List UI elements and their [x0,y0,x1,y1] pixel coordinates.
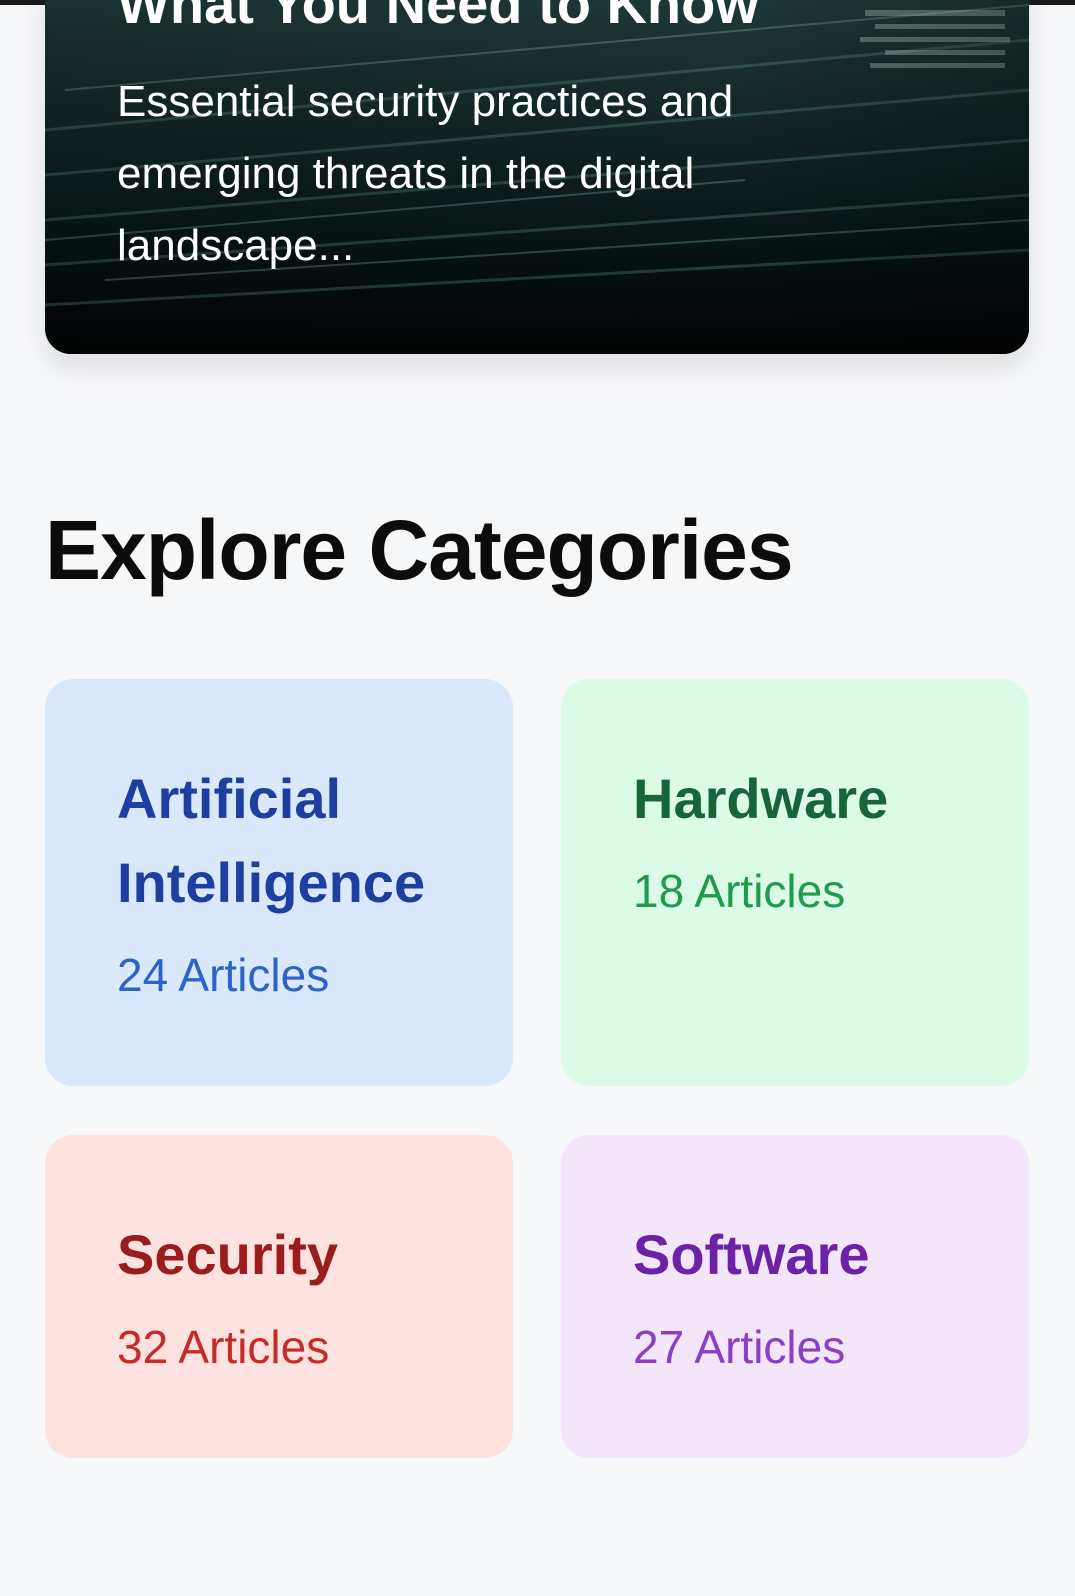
category-name: Hardware [633,767,889,830]
category-card-security[interactable]: Security 32 Articles [45,1135,513,1458]
category-name: Artificial Intelligence [117,767,426,914]
category-article-count: 18 Articles [633,865,846,917]
featured-article-excerpt: Essential security practices and emergin… [117,77,734,270]
featured-article-title[interactable]: What You Need to Know [117,0,759,34]
featured-article-card[interactable]: What You Need to Know Essential security… [45,0,1029,354]
category-article-count: 27 Articles [633,1321,846,1373]
page: What You Need to Know Essential security… [0,0,1075,1596]
category-card-software[interactable]: Software 27 Articles [561,1135,1029,1458]
category-name: Software [633,1223,870,1286]
section-title: Explore Categories [45,503,794,597]
category-card-artificial-intelligence[interactable]: Artificial Intelligence 24 Articles [45,679,513,1086]
category-card-hardware[interactable]: Hardware 18 Articles [561,679,1029,1086]
category-name: Security [117,1223,338,1286]
category-article-count: 24 Articles [117,949,330,1001]
category-article-count: 32 Articles [117,1321,330,1373]
